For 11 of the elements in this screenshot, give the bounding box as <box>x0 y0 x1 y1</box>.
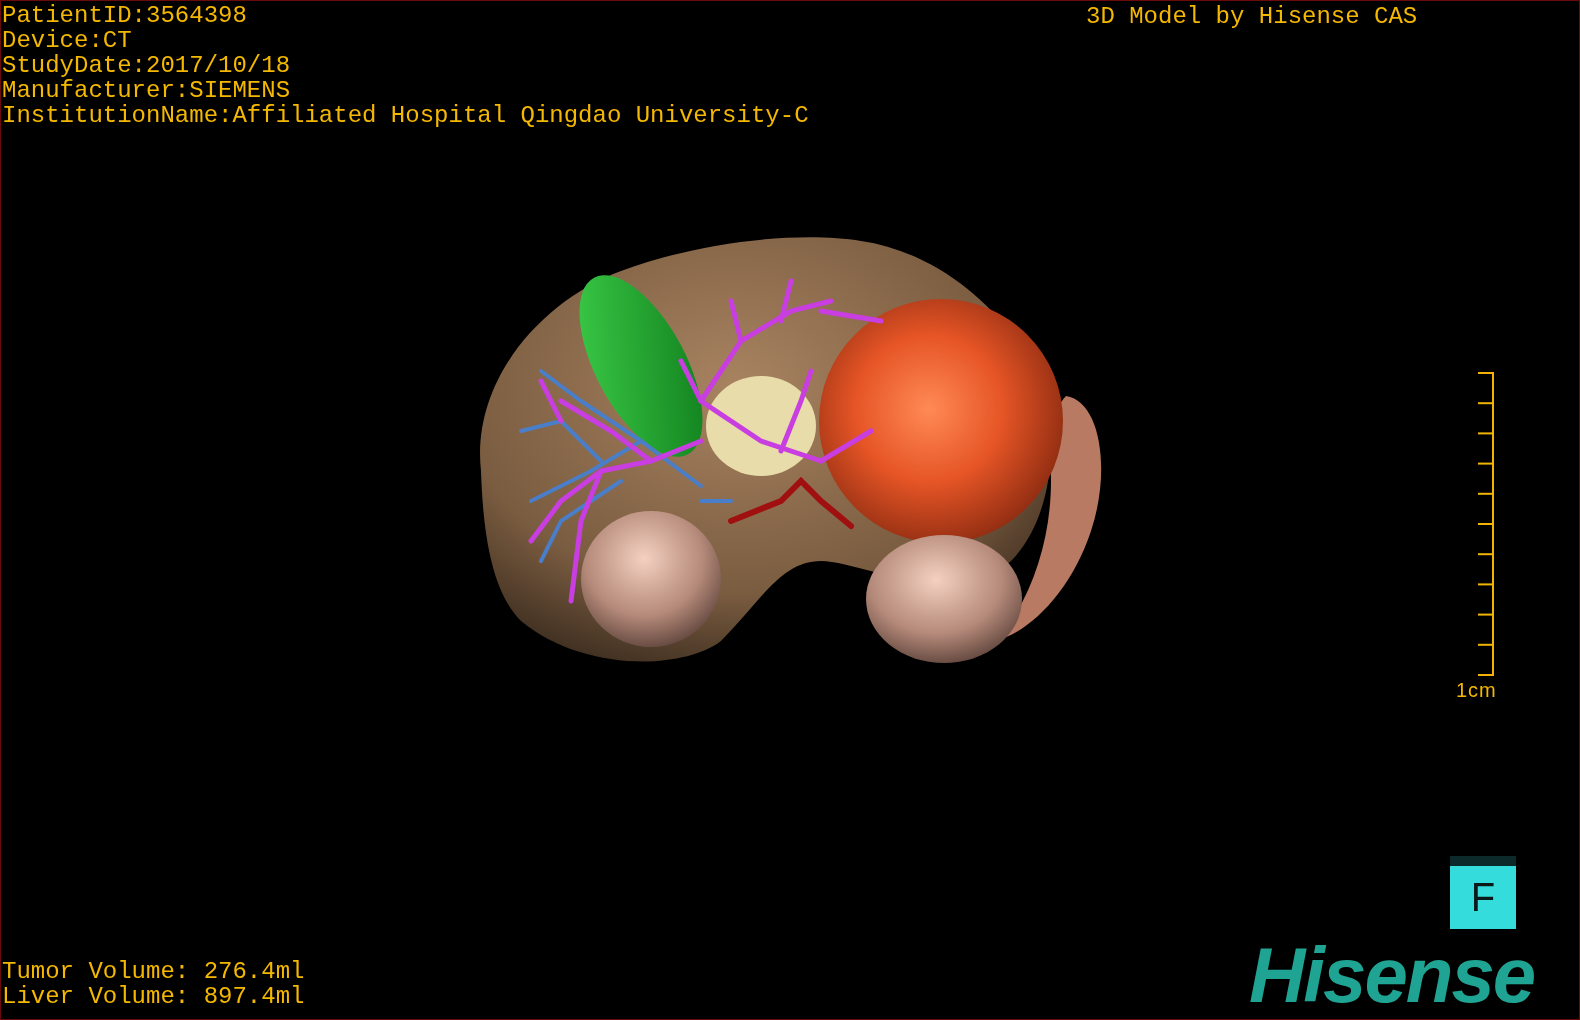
patient-info-line: Device:CT <box>2 28 132 53</box>
volume-reading: Liver Volume: 897.4ml <box>2 984 305 1009</box>
scale-label: 1cm <box>1456 679 1497 702</box>
orientation-cube[interactable]: F <box>1450 856 1516 929</box>
patient-info-line: InstitutionName:Affiliated Hospital Qingdao University-C <box>2 103 809 128</box>
patient-info-line: PatientID:3564398 <box>2 3 247 28</box>
volume-reading: Tumor Volume: 276.4ml <box>2 959 305 984</box>
model-title: 3D Model by Hisense CAS <box>1086 4 1418 29</box>
patient-info-line: StudyDate:2017/10/18 <box>2 53 291 78</box>
patient-info-line: Manufacturer:SIEMENS <box>2 78 291 103</box>
brand-logo: Hisense <box>1249 936 1535 1014</box>
